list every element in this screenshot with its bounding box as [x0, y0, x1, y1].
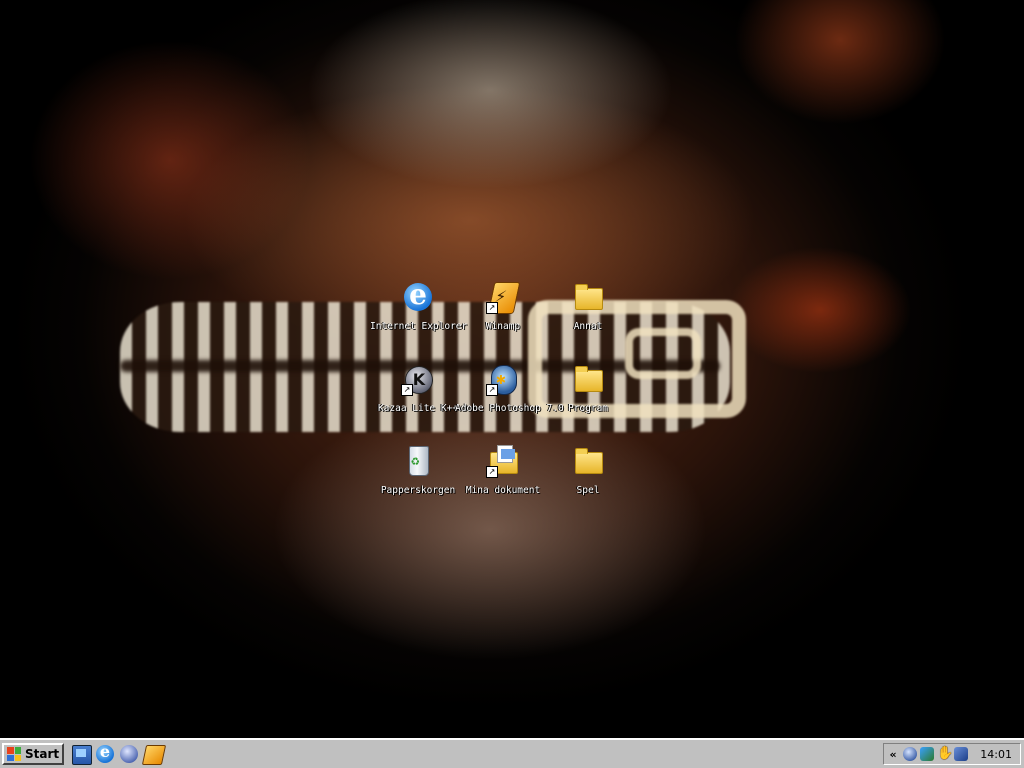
- desktop-icon-papperskorgen[interactable]: Papperskorgen: [370, 444, 466, 497]
- folder-icon: [571, 280, 605, 314]
- desktop-icon-label: Winamp: [485, 321, 521, 332]
- windows-logo-icon: [7, 747, 21, 761]
- desktop-icon-label: Kazaa Lite K++: [377, 403, 459, 414]
- recycle-bin-icon: [401, 444, 435, 478]
- photoshop-icon: ↗: [486, 362, 520, 396]
- system-tray: « ✋ 14:01: [883, 743, 1021, 765]
- desktop-icon-internet-explorer[interactable]: Internet Explorer: [370, 278, 468, 333]
- desktop-icon-program[interactable]: Program: [540, 362, 636, 415]
- desktop[interactable]: Internet Explorer ↗ Winamp Annat ↗ Kazaa…: [0, 0, 1024, 738]
- taskbar: Start « ✋ 14:01: [0, 738, 1024, 768]
- internet-explorer-icon: [401, 278, 435, 314]
- desktop-icon-label: Spel: [576, 485, 600, 496]
- desktop-icon-label: Internet Explorer: [370, 321, 468, 332]
- desktop-icon-label: Program: [567, 403, 609, 414]
- folder-icon: [571, 362, 605, 396]
- hand-icon[interactable]: ✋: [937, 747, 953, 761]
- desktop-icon-winamp[interactable]: ↗ Winamp: [455, 280, 551, 333]
- wrench-icon[interactable]: [954, 747, 968, 761]
- desktop-icon-spel[interactable]: Spel: [540, 444, 636, 497]
- winamp-icon: ↗: [486, 280, 521, 314]
- desktop-icon-label: Annat: [573, 321, 603, 332]
- outlook-express-icon[interactable]: [120, 745, 138, 763]
- my-documents-icon: ↗: [486, 444, 520, 478]
- desktop-icon-label: Mina dokument: [465, 485, 541, 496]
- desktop-icon-adobe-photoshop[interactable]: ↗ Adobe Photoshop 7.0: [455, 362, 564, 415]
- kazaa-icon: ↗: [401, 362, 435, 396]
- clock[interactable]: 14:01: [980, 748, 1012, 761]
- start-button[interactable]: Start: [2, 743, 64, 765]
- show-desktop-icon[interactable]: [72, 745, 92, 765]
- shortcut-arrow-icon: ↗: [486, 466, 498, 478]
- shortcut-arrow-icon: ↗: [401, 384, 413, 396]
- network-icon[interactable]: [903, 747, 917, 761]
- desktop-icon-mina-dokument[interactable]: ↗ Mina dokument: [455, 444, 551, 497]
- desktop-icon-kazaa-lite[interactable]: ↗ Kazaa Lite K++: [370, 362, 466, 415]
- folder-icon: [571, 444, 605, 478]
- desktop-icon-annat[interactable]: Annat: [540, 280, 636, 333]
- desktop-icon-label: Papperskorgen: [380, 485, 456, 496]
- tray-expand-button[interactable]: «: [886, 748, 900, 761]
- wallpaper-zipper-pull: [625, 328, 701, 379]
- shortcut-arrow-icon: ↗: [486, 384, 498, 396]
- internet-explorer-icon[interactable]: [96, 742, 114, 763]
- shortcut-arrow-icon: ↗: [486, 302, 498, 314]
- winamp-icon[interactable]: [141, 745, 167, 765]
- messenger-icon[interactable]: [920, 747, 934, 761]
- start-label: Start: [25, 747, 60, 761]
